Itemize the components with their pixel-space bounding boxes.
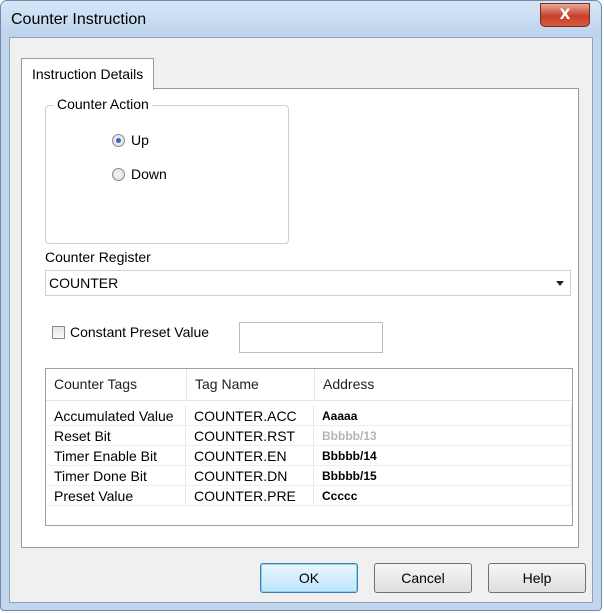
cancel-button[interactable]: Cancel bbox=[374, 563, 472, 593]
cell-counter-tag: Reset Bit bbox=[46, 426, 186, 446]
cell-tag-name: COUNTER.EN bbox=[186, 446, 314, 466]
radio-down-label: Down bbox=[131, 166, 167, 182]
cell-tag-name: COUNTER.PRE bbox=[186, 486, 314, 506]
tab-instruction-details[interactable]: Instruction Details bbox=[21, 58, 155, 90]
cell-address[interactable]: Bbbbb/13 bbox=[314, 426, 572, 446]
instruction-details-panel: Counter Action Up Down Counter Register … bbox=[21, 88, 579, 548]
cell-tag-name: COUNTER.RST bbox=[186, 426, 314, 446]
radio-up[interactable] bbox=[112, 133, 125, 147]
radio-up-label: Up bbox=[131, 132, 149, 148]
cell-counter-tag: Accumulated Value bbox=[46, 406, 186, 426]
dialog-window: Counter Instruction X Instruction Detail… bbox=[0, 0, 602, 611]
radio-down-row[interactable]: Down bbox=[112, 164, 167, 184]
counter-register-dropdown[interactable]: COUNTER bbox=[45, 270, 571, 296]
dialog-client-area: Instruction Details Counter Action Up Do… bbox=[9, 37, 593, 603]
radio-down[interactable] bbox=[112, 167, 125, 181]
cell-counter-tag: Timer Enable Bit bbox=[46, 446, 186, 466]
cell-address[interactable]: Bbbbb/14 bbox=[314, 446, 572, 466]
counter-register-value: COUNTER bbox=[49, 275, 119, 291]
counter-tags-table: Counter Tags Tag Name Address Accumulate… bbox=[45, 368, 573, 526]
table-row[interactable]: Reset Bit COUNTER.RST Bbbbb/13 bbox=[46, 426, 572, 446]
dialog-title: Counter Instruction bbox=[11, 11, 147, 28]
column-header-tag-name[interactable]: Tag Name bbox=[186, 369, 314, 400]
table-row[interactable]: Preset Value COUNTER.PRE Ccccc bbox=[46, 486, 572, 506]
close-button[interactable]: X bbox=[540, 3, 590, 27]
help-button[interactable]: Help bbox=[488, 563, 586, 593]
table-row[interactable]: Timer Done Bit COUNTER.DN Bbbbb/15 bbox=[46, 466, 572, 486]
radio-up-row[interactable]: Up bbox=[112, 130, 149, 150]
column-header-address[interactable]: Address bbox=[314, 369, 572, 400]
cell-counter-tag: Timer Done Bit bbox=[46, 466, 186, 486]
constant-preset-checkbox[interactable] bbox=[52, 326, 65, 339]
cell-address[interactable]: Bbbbb/15 bbox=[314, 466, 572, 486]
cell-address[interactable]: Ccccc bbox=[314, 486, 572, 506]
close-icon: X bbox=[559, 7, 571, 23]
constant-preset-label: Constant Preset Value bbox=[70, 324, 210, 340]
preset-value-input[interactable] bbox=[239, 322, 383, 353]
column-header-counter-tags[interactable]: Counter Tags bbox=[46, 369, 186, 400]
chevron-down-icon[interactable] bbox=[556, 281, 564, 286]
table-row[interactable]: Timer Enable Bit COUNTER.EN Bbbbb/14 bbox=[46, 446, 572, 466]
ok-button[interactable]: OK bbox=[260, 563, 358, 593]
cell-tag-name: COUNTER.ACC bbox=[186, 406, 314, 426]
table-row[interactable]: Accumulated Value COUNTER.ACC Aaaaa bbox=[46, 406, 572, 426]
title-bar[interactable]: Counter Instruction X bbox=[1, 1, 601, 37]
table-header: Counter Tags Tag Name Address bbox=[46, 369, 572, 401]
cell-address[interactable]: Aaaaa bbox=[314, 406, 572, 426]
counter-action-legend: Counter Action bbox=[54, 96, 152, 112]
counter-action-group: Counter Action Up Down bbox=[45, 96, 289, 244]
cell-counter-tag: Preset Value bbox=[46, 486, 186, 506]
counter-register-label: Counter Register bbox=[45, 249, 151, 265]
cell-tag-name: COUNTER.DN bbox=[186, 466, 314, 486]
